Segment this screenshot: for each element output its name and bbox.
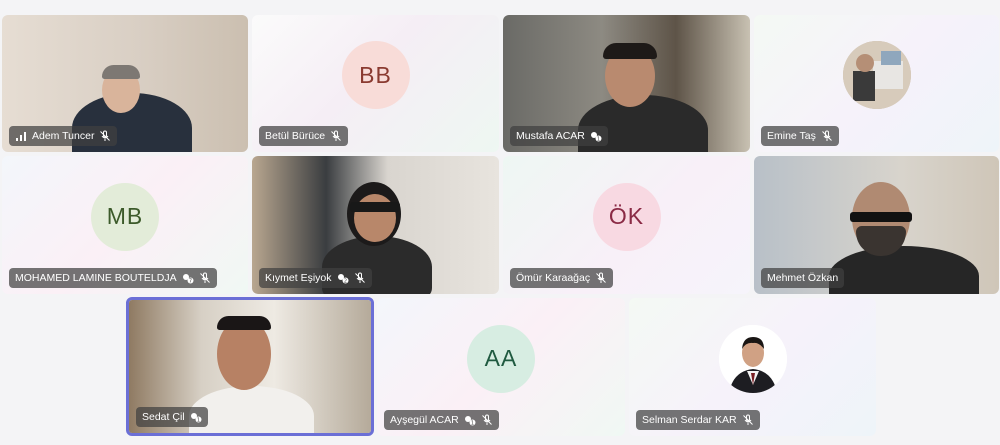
participant-nameplate: Emine Taş (761, 126, 839, 146)
participant-nameplate: Ömür Karaağaç (510, 268, 614, 288)
participant-name: Emine Taş (767, 130, 816, 142)
avatar-initials: AA (484, 345, 518, 372)
participant-name: Sedat Çil (142, 411, 185, 423)
participant-nameplate: Mehmet Özkan (761, 268, 845, 288)
mic-muted-icon (481, 414, 493, 426)
raised-hand-icon: 1 (590, 130, 602, 142)
avatar-photo (718, 324, 787, 393)
participant-avatar (842, 41, 911, 110)
svg-text:7: 7 (189, 279, 192, 285)
participant-tile-emine-tas[interactable]: Emine Taş (754, 15, 999, 152)
participant-name: Betül Bürüce (265, 130, 326, 142)
signal-strength-icon (15, 130, 27, 142)
raised-hand-icon: 7 (182, 272, 194, 284)
participant-nameplate: Selman Serdar KAR (636, 410, 760, 430)
participant-avatar (718, 324, 787, 393)
participant-tile-omur-karaagac[interactable]: ÖK Ömür Karaağaç (503, 156, 750, 294)
participant-avatar: MB (91, 182, 159, 251)
participant-nameplate: Ayşegül ACAR 1 (384, 410, 499, 430)
avatar-photo (842, 41, 911, 110)
raised-hand-icon: 2 (337, 272, 349, 284)
participant-avatar: BB (341, 41, 410, 110)
participant-nameplate: Mustafa ACAR 1 (510, 126, 608, 146)
participant-name: Mehmet Özkan (767, 272, 839, 284)
mic-muted-icon (199, 272, 211, 284)
svg-text:2: 2 (343, 279, 346, 285)
participant-tile-selman-serdar-kar[interactable]: Selman Serdar KAR (629, 298, 876, 436)
participant-nameplate: Sedat Çil 1 (136, 407, 208, 427)
raised-hand-icon: 1 (464, 414, 476, 426)
svg-text:1: 1 (197, 418, 200, 424)
participant-name: Mustafa ACAR (516, 130, 585, 142)
mic-muted-icon (742, 414, 754, 426)
participant-name: MOHAMED LAMINE BOUTELDJA (15, 272, 177, 284)
participant-name: Selman Serdar KAR (642, 414, 737, 426)
participant-tile-mehmet-ozkan[interactable]: Mehmet Özkan (754, 156, 999, 294)
participant-nameplate: Kıymet Eşiyok 2 (259, 268, 372, 288)
participant-tile-adem-tuncer[interactable]: Adem Tuncer (2, 15, 248, 152)
mic-muted-icon (821, 130, 833, 142)
avatar-initials: ÖK (608, 203, 645, 230)
participant-tile-kiymet-esiyok[interactable]: Kıymet Eşiyok 2 (252, 156, 499, 294)
participant-avatar: AA (467, 324, 535, 393)
raised-hand-icon: 1 (190, 411, 202, 423)
participant-nameplate: Adem Tuncer (9, 126, 118, 146)
participant-tile-betul-buruce[interactable]: BB Betül Bürüce (252, 15, 499, 152)
mic-muted-icon (99, 130, 111, 142)
participant-name: Adem Tuncer (32, 130, 95, 142)
participant-name: Ömür Karaağaç (516, 272, 591, 284)
participant-nameplate: Betül Bürüce (259, 126, 349, 146)
participant-name: Kıymet Eşiyok (265, 272, 332, 284)
participant-tile-mustafa-acar[interactable]: Mustafa ACAR 1 (503, 15, 750, 152)
avatar-initials: BB (359, 61, 392, 88)
participant-name: Ayşegül ACAR (390, 414, 459, 426)
participant-tile-sedat-cil[interactable]: Sedat Çil 1 (126, 297, 374, 436)
svg-text:1: 1 (471, 421, 474, 427)
mic-muted-icon (595, 272, 607, 284)
participant-nameplate: MOHAMED LAMINE BOUTELDJA 7 (9, 268, 217, 288)
svg-text:1: 1 (597, 137, 600, 143)
mic-muted-icon (354, 272, 366, 284)
avatar-initials: MB (106, 203, 144, 230)
participant-tile-aysegul-acar[interactable]: AA Ayşegül ACAR 1 (377, 298, 625, 436)
participant-avatar: ÖK (592, 182, 661, 251)
mic-muted-icon (330, 130, 342, 142)
participant-tile-mohamed-lamine-bouteldja[interactable]: MB MOHAMED LAMINE BOUTELDJA 7 (2, 156, 248, 294)
